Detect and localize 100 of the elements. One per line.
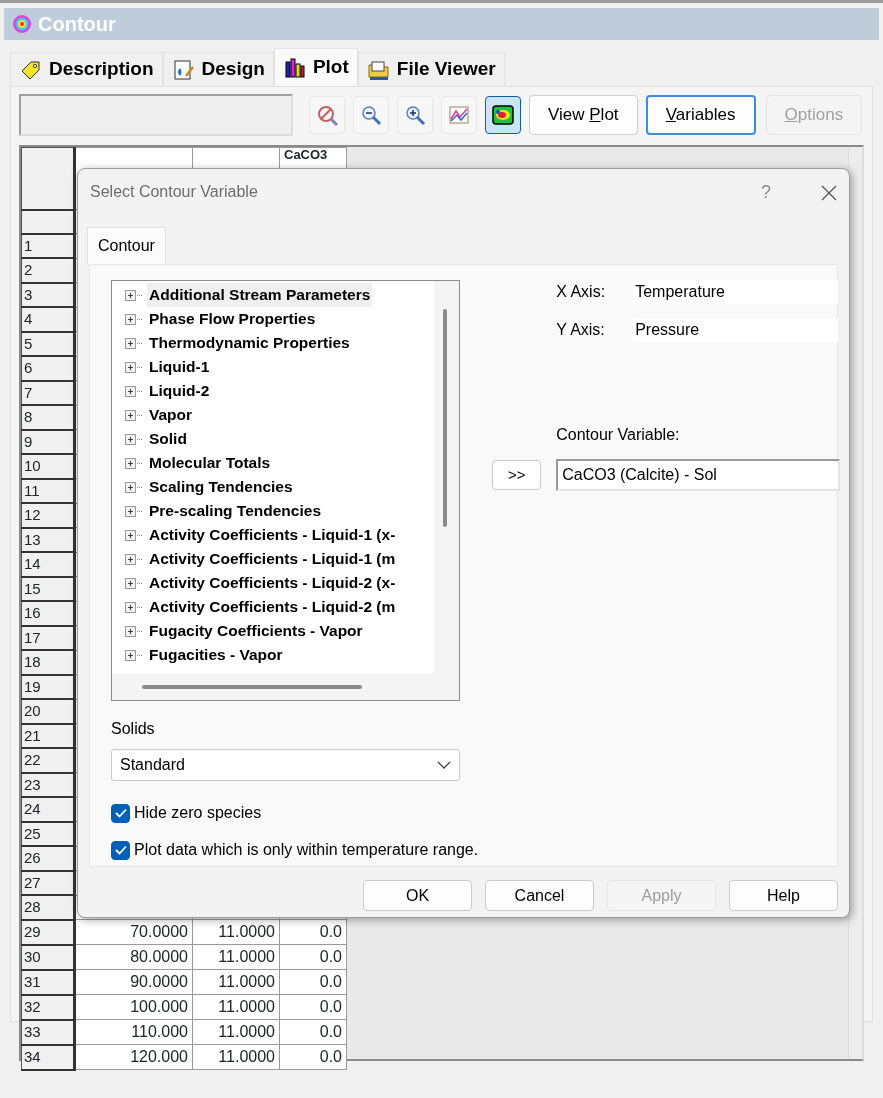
expand-icon[interactable]: [125, 409, 144, 421]
tree-item[interactable]: Activity Coefficients - Liquid-2 (m: [147, 595, 398, 619]
row-number: 33: [21, 1019, 75, 1045]
row-number: 9: [21, 429, 75, 454]
dialog-title: Select Contour Variable: [90, 182, 258, 202]
row-number: 28: [21, 895, 75, 920]
row-number: 7: [21, 380, 75, 405]
table-cell: 70.0000: [74, 919, 193, 945]
tree-item[interactable]: Fugacity Coefficients - Vapor: [147, 619, 365, 643]
field-label: Contour Variable:: [556, 425, 681, 445]
row-number: 20: [21, 699, 75, 724]
table-cell: 11.0000: [192, 919, 280, 945]
checkbox[interactable]: [111, 803, 130, 823]
field-label: Y Axis:: [556, 320, 606, 340]
scrollbar-thumb[interactable]: [142, 685, 362, 689]
expand-icon[interactable]: [125, 385, 144, 397]
tree-item[interactable]: Fugacities - Vapor: [147, 643, 285, 667]
row-number: 19: [21, 674, 75, 699]
tab[interactable]: Plot: [273, 48, 358, 86]
tree-item[interactable]: Liquid-1: [147, 355, 212, 379]
row-number: 12: [21, 503, 75, 528]
input-field[interactable]: CaCO3 (Calcite) - Sol: [556, 459, 841, 491]
checkbox-label: Hide zero species: [134, 803, 262, 823]
row-number: 32: [21, 994, 75, 1020]
table-cell: 11.0000: [192, 969, 280, 995]
expand-icon[interactable]: [125, 457, 144, 469]
expand-icon[interactable]: [125, 337, 144, 349]
tree-item[interactable]: Phase Flow Properties: [147, 307, 318, 331]
expand-icon[interactable]: [125, 433, 144, 445]
rings-icon: [12, 14, 32, 34]
value-field: Temperature: [633, 280, 839, 304]
zoom-in-icon: [404, 104, 426, 126]
tree-item[interactable]: Thermodynamic Properties: [147, 331, 352, 355]
add-button[interactable]: >>: [492, 460, 542, 490]
row-number: 3: [21, 282, 75, 307]
row-number: 13: [21, 527, 75, 552]
table-cell: 11.0000: [192, 994, 280, 1020]
table-cell: 90.0000: [74, 969, 193, 995]
field-label: X Axis:: [556, 282, 607, 302]
dialog-button[interactable]: OK: [363, 880, 472, 911]
expand-icon[interactable]: [125, 577, 144, 589]
row-number: 8: [21, 405, 75, 430]
row-number: 18: [21, 650, 75, 675]
row-number: 30: [21, 944, 75, 970]
checkbox[interactable]: [111, 840, 130, 860]
row-number: 31: [21, 969, 75, 995]
checkbox-label: Plot data which is only within temperature range.: [134, 840, 479, 860]
tab[interactable]: Description: [10, 52, 163, 86]
toolbar-button[interactable]: [485, 96, 521, 134]
row-number: 10: [21, 454, 75, 479]
window-title: Contour: [38, 12, 116, 37]
tree-item[interactable]: Scaling Tendencies: [147, 475, 295, 499]
toolbar-button[interactable]: View Plot: [529, 95, 638, 135]
row-number: 22: [21, 748, 75, 773]
row-number: 34: [21, 1044, 75, 1070]
expand-icon[interactable]: [125, 601, 144, 613]
row-number: 24: [21, 797, 75, 822]
field-label: Solids: [111, 719, 156, 739]
row-number: 2: [21, 258, 75, 283]
expand-icon[interactable]: [125, 361, 144, 373]
table-cell: 11.0000: [192, 1044, 280, 1070]
table-cell: 11.0000: [192, 944, 280, 970]
expand-icon[interactable]: [125, 313, 144, 325]
tree-item[interactable]: Activity Coefficients - Liquid-1 (x-: [147, 523, 398, 547]
row-number: 15: [21, 576, 75, 601]
text-field[interactable]: [19, 94, 293, 136]
check-icon: [114, 808, 127, 818]
tree-item[interactable]: Pre-scaling Tendencies: [147, 499, 323, 523]
expand-icon[interactable]: [125, 529, 144, 541]
row-number: 6: [21, 356, 75, 381]
row-number: 17: [21, 625, 75, 650]
row-number: 4: [21, 307, 75, 332]
close-icon: [821, 184, 837, 201]
tree-item[interactable]: Additional Stream Parameters: [147, 283, 373, 307]
tree-item[interactable]: Activity Coefficients - Liquid-2 (x-: [147, 571, 398, 595]
row-number: 16: [21, 601, 75, 626]
scrollbar-thumb[interactable]: [443, 309, 447, 527]
row-number: 23: [21, 772, 75, 797]
bar-chart-icon: [282, 55, 307, 80]
expand-icon[interactable]: [125, 289, 144, 301]
dropdown[interactable]: Standard: [111, 749, 460, 781]
expand-icon[interactable]: [125, 505, 144, 517]
row-number: 25: [21, 821, 75, 846]
tab[interactable]: Contour: [87, 227, 166, 264]
dialog-button[interactable]: Cancel: [485, 880, 594, 911]
tab[interactable]: Design: [162, 52, 274, 86]
expand-icon[interactable]: [125, 625, 144, 637]
expand-icon[interactable]: [125, 553, 144, 565]
tree-item[interactable]: Liquid-2: [147, 379, 212, 403]
tree-item[interactable]: Activity Coefficients - Liquid-1 (m: [147, 547, 398, 571]
dialog-button[interactable]: Help: [729, 880, 838, 911]
value-field: Pressure: [633, 318, 839, 342]
tree-item[interactable]: Molecular Totals: [147, 451, 273, 475]
expand-icon[interactable]: [125, 649, 144, 661]
toolbar-button[interactable]: Variables: [645, 95, 756, 135]
tab[interactable]: File Viewer: [357, 52, 505, 86]
expand-icon[interactable]: [125, 481, 144, 493]
row-number: 14: [21, 552, 75, 577]
table-cell: 11.0000: [192, 1019, 280, 1045]
table-cell: 100.000: [74, 994, 193, 1020]
